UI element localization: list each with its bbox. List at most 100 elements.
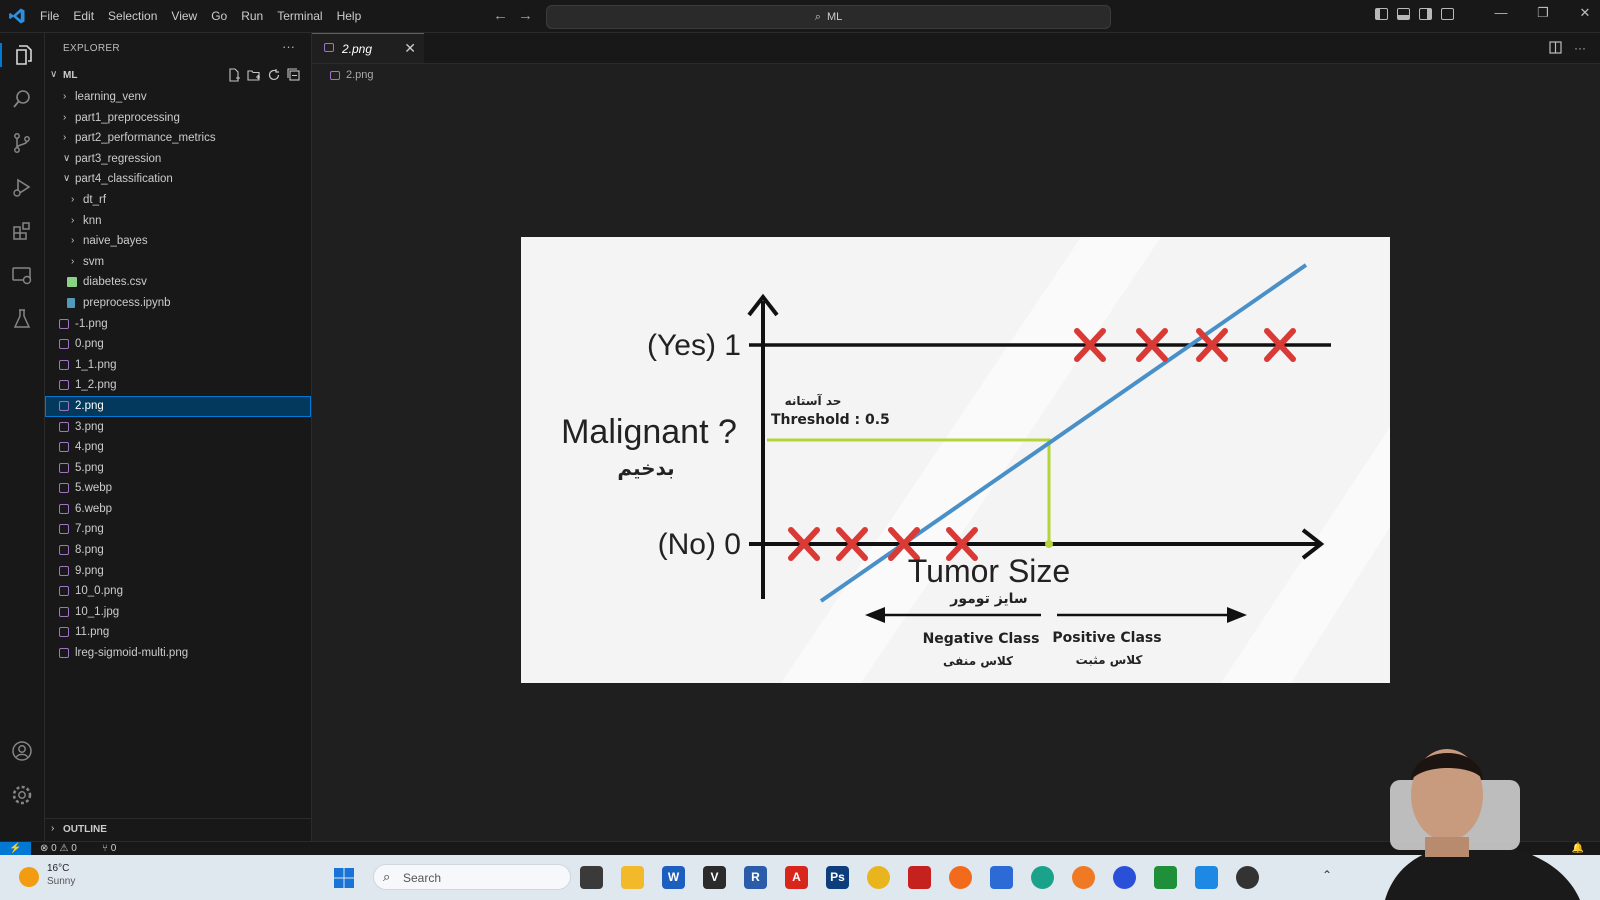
chevron-right-icon: › xyxy=(71,235,75,247)
taskbar-search[interactable]: ⌕ Search xyxy=(373,864,571,890)
tree-item-label: part1_preprocessing xyxy=(75,111,180,124)
close-tab-icon[interactable]: ✕ xyxy=(404,40,416,57)
obs-icon[interactable] xyxy=(1236,866,1259,889)
toggle-panel-icon[interactable] xyxy=(1397,8,1410,20)
extensions-icon[interactable] xyxy=(10,219,34,243)
toggle-primary-sidebar-icon[interactable] xyxy=(1375,8,1388,20)
breadcrumb-item[interactable]: 2.png xyxy=(346,69,374,81)
tree-folder[interactable]: › learning_venv xyxy=(45,87,311,108)
tree-file[interactable]: 10_0.png xyxy=(45,581,311,602)
tree-file[interactable]: 3.png xyxy=(45,417,311,438)
image-file-icon xyxy=(59,380,69,391)
tree-file[interactable]: 5.png xyxy=(45,458,311,479)
tree-file[interactable]: 5.webp xyxy=(45,478,311,499)
source-control-icon[interactable] xyxy=(10,131,34,155)
tree-file[interactable]: 1_1.png xyxy=(45,355,311,376)
back-arrow-icon[interactable]: ← xyxy=(493,7,508,24)
problems-indicator[interactable]: ⊗ 0 ⚠ 0 xyxy=(40,842,77,855)
file-explorer-icon[interactable] xyxy=(621,866,644,889)
menu-selection[interactable]: Selection xyxy=(108,9,157,23)
no-label: (No) 0 xyxy=(658,528,741,561)
workspace-root[interactable]: ∨ ML xyxy=(45,67,311,87)
menu-terminal[interactable]: Terminal xyxy=(277,9,322,23)
tree-file[interactable]: 9.png xyxy=(45,561,311,582)
tree-file[interactable]: 2.png xyxy=(45,395,311,417)
app-icon[interactable] xyxy=(990,866,1013,889)
windows-start-icon[interactable] xyxy=(333,867,355,889)
tree-folder[interactable]: › knn xyxy=(45,211,311,232)
tree-file[interactable]: lreg-sigmoid-multi.png xyxy=(45,643,311,664)
tree-file[interactable]: 10_1.jpg xyxy=(45,602,311,623)
remote-explorer-icon[interactable] xyxy=(10,263,34,287)
vscode-taskbar-icon[interactable] xyxy=(1195,866,1218,889)
split-editor-icon[interactable] xyxy=(1549,41,1562,54)
image-file-icon xyxy=(330,70,340,80)
tree-folder[interactable]: › svm xyxy=(45,252,311,273)
word-icon[interactable]: W xyxy=(662,866,685,889)
sun-weather-icon[interactable] xyxy=(19,867,39,887)
tree-file[interactable]: 4.png xyxy=(45,437,311,458)
tree-file[interactable]: 7.png xyxy=(45,519,311,540)
menu-file[interactable]: File xyxy=(40,9,59,23)
photoshop-icon[interactable]: Ps xyxy=(826,866,849,889)
refresh-icon[interactable] xyxy=(267,68,281,82)
tree-file[interactable]: preprocess.ipynb xyxy=(45,293,311,314)
tree-folder[interactable]: ∨ part4_classification xyxy=(45,169,311,190)
tree-folder[interactable]: › part2_performance_metrics xyxy=(45,128,311,149)
rider-icon[interactable]: R xyxy=(744,866,767,889)
run-debug-icon[interactable] xyxy=(10,175,34,199)
tray-overflow-icon[interactable]: ⌃ xyxy=(1322,868,1332,882)
new-file-icon[interactable] xyxy=(227,68,241,82)
tree-folder[interactable]: ∨ part3_regression xyxy=(45,149,311,170)
messenger-icon[interactable] xyxy=(1113,866,1136,889)
tree-file[interactable]: 8.png xyxy=(45,540,311,561)
tree-file[interactable]: diabetes.csv xyxy=(45,272,311,293)
search-icon[interactable] xyxy=(10,87,34,111)
firefox-icon[interactable] xyxy=(1072,866,1095,889)
accounts-icon[interactable] xyxy=(10,739,34,763)
tree-file[interactable]: 11.png xyxy=(45,622,311,643)
postman-icon[interactable] xyxy=(949,866,972,889)
manage-gear-icon[interactable] xyxy=(10,783,34,807)
outline-section[interactable]: › OUTLINE xyxy=(45,818,311,841)
edge-icon[interactable] xyxy=(1031,866,1054,889)
minimize-button[interactable]: — xyxy=(1480,5,1522,21)
restore-button[interactable]: ❐ xyxy=(1522,5,1564,21)
chevron-right-icon: › xyxy=(63,91,67,102)
negative-class-label: Negative Class xyxy=(923,631,1040,647)
editor-more-icon[interactable]: ··· xyxy=(1574,41,1586,55)
tree-file[interactable]: 0.png xyxy=(45,334,311,355)
toggle-secondary-sidebar-icon[interactable] xyxy=(1419,8,1432,20)
new-folder-icon[interactable] xyxy=(247,68,261,82)
remote-indicator[interactable]: ⚡ xyxy=(0,842,31,856)
tree-folder[interactable]: › part1_preprocessing xyxy=(45,108,311,129)
tree-item-label: 6.webp xyxy=(75,502,113,515)
acrobat-icon[interactable]: A xyxy=(785,866,808,889)
tree-folder[interactable]: › dt_rf xyxy=(45,190,311,211)
more-actions-icon[interactable]: ··· xyxy=(282,39,295,54)
command-center-search[interactable]: ⌕ ML xyxy=(546,5,1111,29)
vectorize-app-icon[interactable]: V xyxy=(703,866,726,889)
menu-help[interactable]: Help xyxy=(337,9,362,23)
app-icon[interactable] xyxy=(1154,866,1177,889)
menu-edit[interactable]: Edit xyxy=(73,9,94,23)
chrome-icon[interactable] xyxy=(867,866,890,889)
forward-arrow-icon[interactable]: → xyxy=(518,7,533,24)
tree-file[interactable]: 1_2.png xyxy=(45,375,311,396)
customize-layout-icon[interactable] xyxy=(1441,8,1454,20)
menu-go[interactable]: Go xyxy=(211,9,227,23)
menu-run[interactable]: Run xyxy=(241,9,263,23)
close-window-button[interactable]: ✕ xyxy=(1564,5,1600,21)
tree-file[interactable]: -1.png xyxy=(45,314,311,335)
testing-icon[interactable] xyxy=(10,307,34,331)
menu-view[interactable]: View xyxy=(171,9,197,23)
tree-file[interactable]: 6.webp xyxy=(45,499,311,520)
tab-2-png[interactable]: 2.png ✕ xyxy=(312,33,424,63)
ports-indicator[interactable]: ⑂ 0 xyxy=(102,842,116,855)
task-view-icon[interactable] xyxy=(580,866,603,889)
pdf-reader-icon[interactable] xyxy=(908,866,931,889)
collapse-all-icon[interactable] xyxy=(287,68,301,82)
tree-folder[interactable]: › naive_bayes xyxy=(45,231,311,252)
explorer-icon[interactable] xyxy=(0,43,36,67)
threshold-point xyxy=(1045,540,1053,548)
